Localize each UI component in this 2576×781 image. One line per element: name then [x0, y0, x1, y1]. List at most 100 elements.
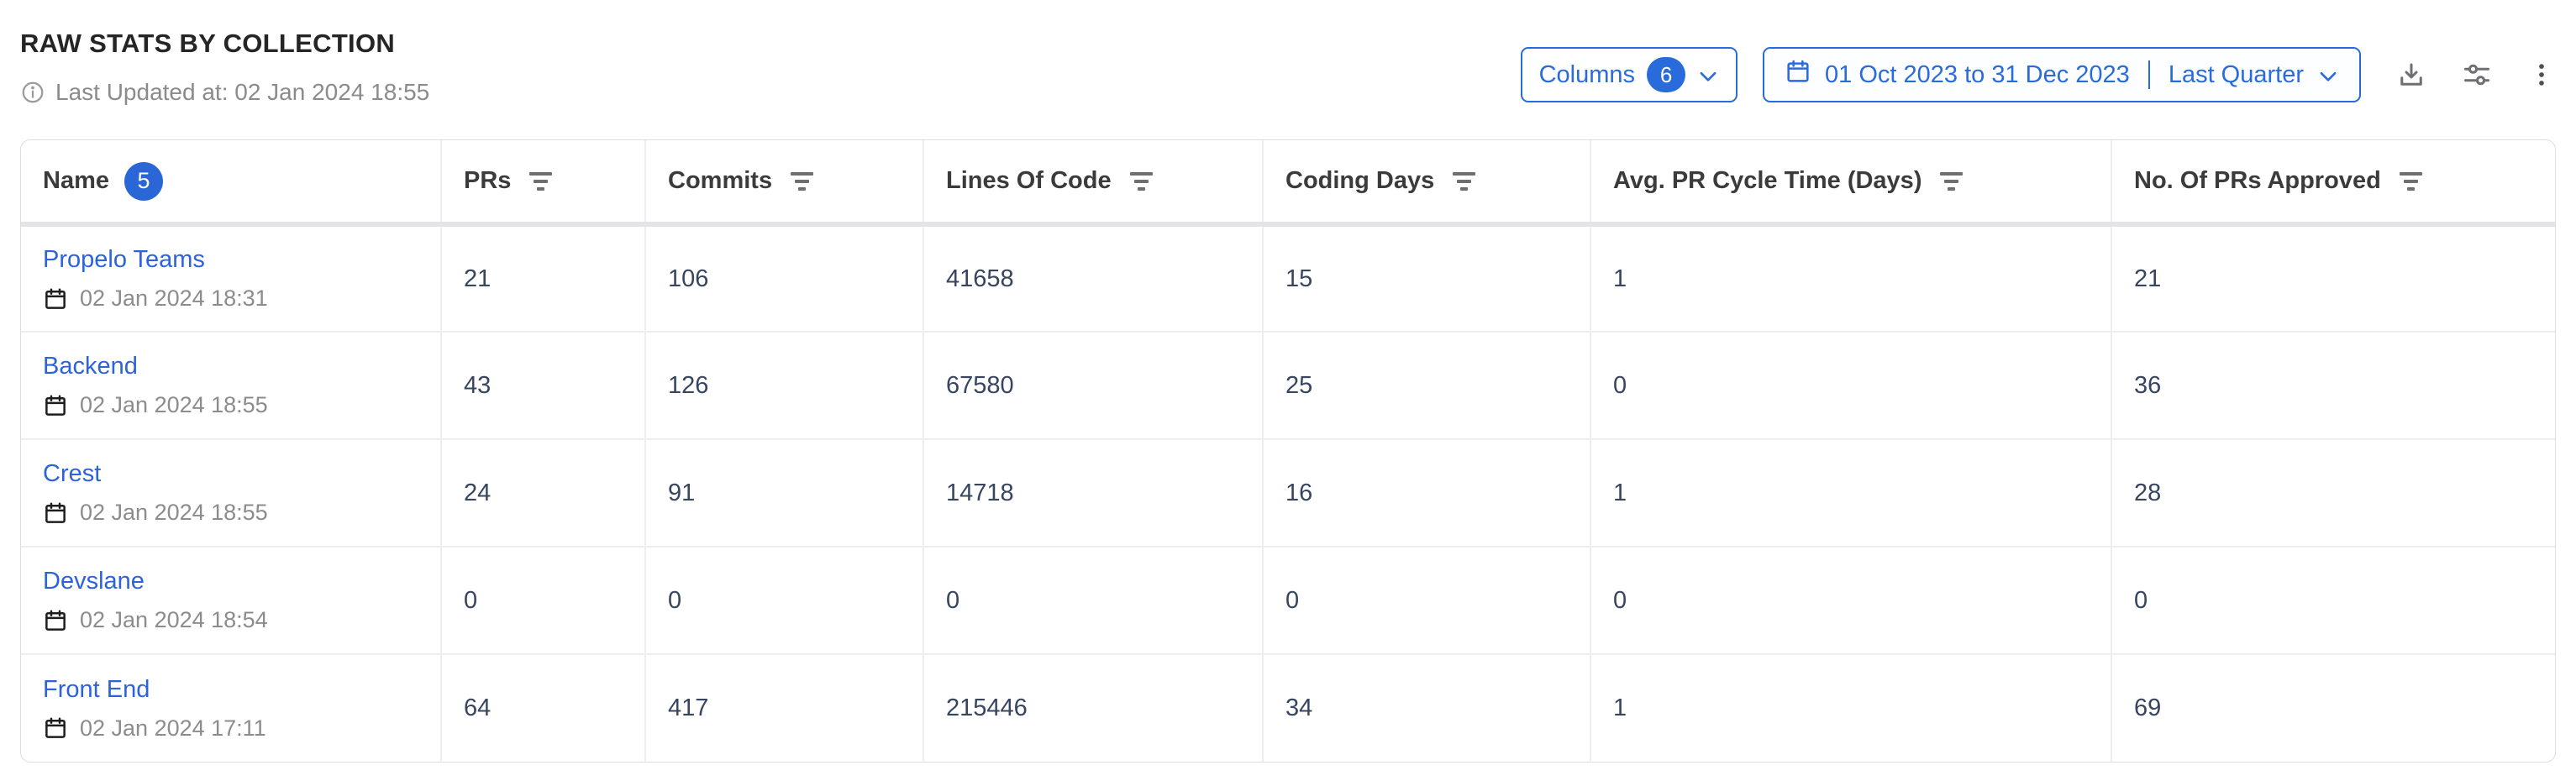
table-row: Devslane 02 Jan 2024 18:54 000000 [21, 547, 2555, 654]
table-row: Front End 02 Jan 2024 17:11 644172154463… [21, 654, 2555, 762]
value-cell: 67580 [923, 332, 1263, 439]
settings-button[interactable] [2462, 60, 2492, 90]
value-cell: 14718 [923, 439, 1263, 547]
value-cell: 21 [441, 224, 645, 332]
separator [2148, 60, 2150, 89]
row-last-updated: 02 Jan 2024 18:55 [43, 392, 440, 418]
name-count-badge: 5 [124, 162, 163, 201]
row-last-updated: 02 Jan 2024 18:31 [43, 286, 440, 312]
more-menu-button[interactable] [2527, 60, 2556, 89]
row-last-updated: 02 Jan 2024 18:54 [43, 607, 440, 633]
value-cell: 21 [2111, 224, 2555, 332]
value-cell: 43 [441, 332, 645, 439]
value-cell: 0 [441, 547, 645, 654]
date-range-button[interactable]: 01 Oct 2023 to 31 Dec 2023 Last Quarter [1763, 47, 2361, 102]
collection-name-link[interactable]: Front End [43, 676, 150, 704]
value-cell: 0 [1590, 332, 2111, 439]
value-cell: 0 [1263, 547, 1590, 654]
calendar-icon [43, 501, 68, 526]
collection-name-link[interactable]: Devslane [43, 568, 145, 595]
sliders-icon [2462, 60, 2492, 90]
columns-button-label: Columns [1539, 61, 1635, 89]
value-cell: 64 [441, 654, 645, 762]
table-header-row: Name 5 PRs Commits Lines Of Code [21, 140, 2555, 224]
value-cell: 36 [2111, 332, 2555, 439]
stats-table: Name 5 PRs Commits Lines Of Code [20, 139, 2556, 763]
toolbar: Columns 6 01 Oct 2023 to 31 Dec 2023 [1521, 47, 2556, 102]
column-header-lines-of-code: Lines Of Code [923, 140, 1263, 224]
calendar-icon [1785, 58, 1811, 92]
column-label: Lines Of Code [946, 167, 1112, 195]
collection-name-link[interactable]: Crest [43, 460, 101, 488]
value-cell: 28 [2111, 439, 2555, 547]
value-cell: 215446 [923, 654, 1263, 762]
kebab-menu-icon [2527, 60, 2556, 89]
filter-icon[interactable] [2396, 167, 2426, 196]
value-cell: 24 [441, 439, 645, 547]
download-button[interactable] [2396, 60, 2426, 90]
download-icon [2396, 60, 2426, 90]
value-cell: 41658 [923, 224, 1263, 332]
table-row: Backend 02 Jan 2024 18:55 43126675802503… [21, 332, 2555, 439]
name-cell: Backend 02 Jan 2024 18:55 [21, 332, 441, 439]
value-cell: 417 [645, 654, 923, 762]
value-cell: 25 [1263, 332, 1590, 439]
column-header-coding-days: Coding Days [1263, 140, 1590, 224]
raw-stats-page: RAW STATS BY COLLECTION Last Updated at:… [0, 0, 2576, 781]
column-label: PRs [464, 167, 511, 195]
name-cell: Devslane 02 Jan 2024 18:54 [21, 547, 441, 654]
calendar-icon [43, 286, 68, 312]
column-header-prs: PRs [441, 140, 645, 224]
value-cell: 69 [2111, 654, 2555, 762]
name-cell: Crest 02 Jan 2024 18:55 [21, 439, 441, 547]
value-cell: 106 [645, 224, 923, 332]
value-cell: 91 [645, 439, 923, 547]
calendar-icon [43, 608, 68, 633]
page-header: RAW STATS BY COLLECTION Last Updated at:… [20, 0, 2556, 106]
collection-name-link[interactable]: Propelo Teams [43, 246, 205, 274]
title-block: RAW STATS BY COLLECTION Last Updated at:… [20, 29, 429, 106]
row-date-text: 02 Jan 2024 18:31 [80, 286, 268, 312]
value-cell: 1 [1590, 224, 2111, 332]
page-title: RAW STATS BY COLLECTION [20, 29, 429, 59]
column-label: Coding Days [1285, 167, 1434, 195]
date-range-text: 01 Oct 2023 to 31 Dec 2023 [1825, 61, 2130, 89]
calendar-icon [43, 393, 68, 418]
filter-icon[interactable] [1127, 167, 1156, 196]
info-icon [20, 80, 45, 105]
filter-icon[interactable] [787, 167, 817, 196]
value-cell: 34 [1263, 654, 1590, 762]
value-cell: 15 [1263, 224, 1590, 332]
column-header-name: Name 5 [21, 140, 441, 224]
column-label: No. Of PRs Approved [2134, 167, 2381, 195]
value-cell: 0 [645, 547, 923, 654]
row-date-text: 02 Jan 2024 17:11 [80, 715, 266, 742]
name-cell: Propelo Teams 02 Jan 2024 18:31 [21, 224, 441, 332]
columns-dropdown-button[interactable]: Columns 6 [1521, 47, 1737, 102]
value-cell: 1 [1590, 654, 2111, 762]
column-header-avg-pr-cycle-time: Avg. PR Cycle Time (Days) [1590, 140, 2111, 224]
column-label: Name [43, 167, 109, 195]
name-cell: Front End 02 Jan 2024 17:11 [21, 654, 441, 762]
row-date-text: 02 Jan 2024 18:55 [80, 500, 268, 526]
chevron-down-icon [2317, 63, 2339, 87]
filter-icon[interactable] [526, 167, 555, 196]
value-cell: 0 [2111, 547, 2555, 654]
table-row: Propelo Teams 02 Jan 2024 18:31 21106416… [21, 224, 2555, 332]
column-header-prs-approved: No. Of PRs Approved [2111, 140, 2555, 224]
last-updated: Last Updated at: 02 Jan 2024 18:55 [20, 79, 429, 106]
column-label: Commits [668, 167, 772, 195]
last-updated-text: Last Updated at: 02 Jan 2024 18:55 [55, 79, 429, 106]
row-last-updated: 02 Jan 2024 17:11 [43, 715, 440, 742]
table-row: Crest 02 Jan 2024 18:55 24911471816128 [21, 439, 2555, 547]
row-date-text: 02 Jan 2024 18:54 [80, 607, 268, 633]
column-header-commits: Commits [645, 140, 923, 224]
filter-icon[interactable] [1449, 167, 1479, 196]
filter-icon[interactable] [1937, 167, 1966, 196]
value-cell: 126 [645, 332, 923, 439]
chevron-down-icon [1697, 63, 1719, 87]
value-cell: 0 [923, 547, 1263, 654]
row-last-updated: 02 Jan 2024 18:55 [43, 500, 440, 526]
collection-name-link[interactable]: Backend [43, 353, 138, 380]
column-label: Avg. PR Cycle Time (Days) [1613, 167, 1921, 195]
